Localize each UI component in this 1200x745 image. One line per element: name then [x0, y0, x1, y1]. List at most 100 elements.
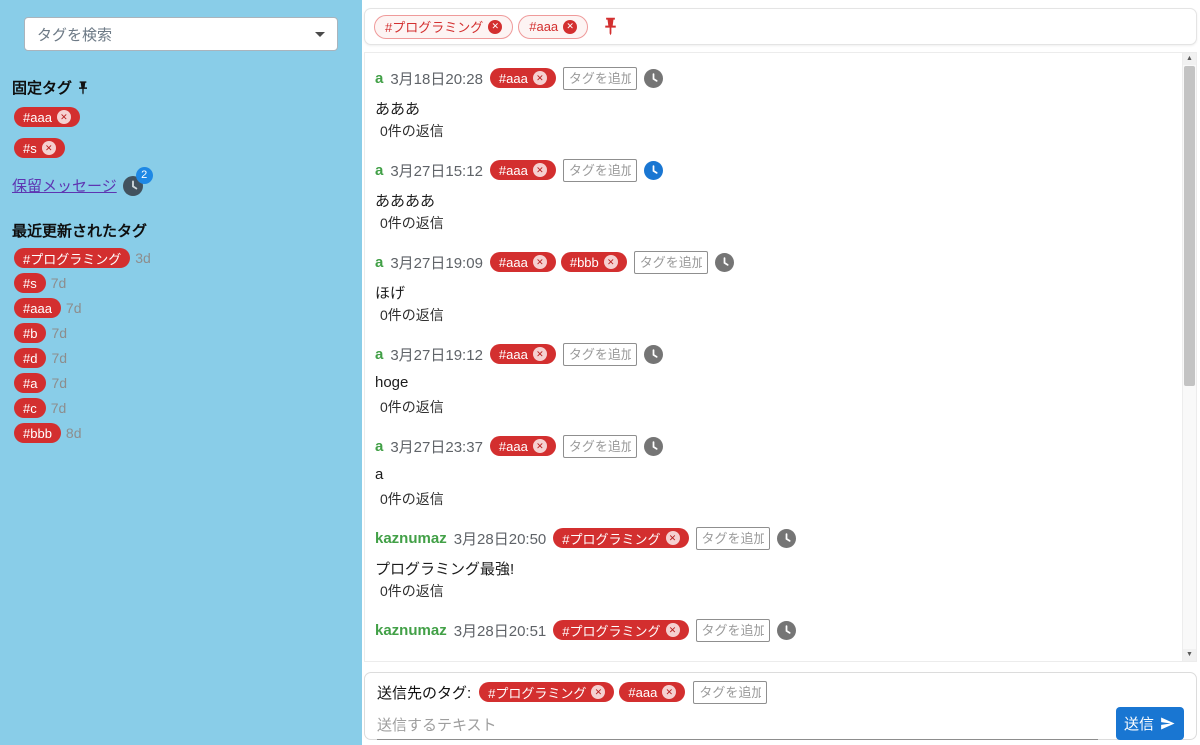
- tag-chip[interactable]: #aaa: [14, 298, 61, 318]
- remove-tag-icon[interactable]: ✕: [563, 20, 577, 34]
- message-text-input[interactable]: [377, 712, 1098, 740]
- remove-tag-icon[interactable]: ✕: [666, 623, 680, 637]
- tag-chip[interactable]: #aaa ✕: [14, 107, 80, 127]
- add-tag-input[interactable]: [696, 619, 770, 642]
- tag-chip-label: #b: [23, 326, 37, 341]
- hold-message-clock-button[interactable]: [777, 529, 796, 548]
- pinned-tags-list: #aaa ✕ #s ✕: [14, 107, 362, 158]
- tag-chip[interactable]: #b: [14, 323, 46, 343]
- remove-tag-icon[interactable]: ✕: [662, 685, 676, 699]
- reply-count-link[interactable]: 0件の返信: [375, 213, 1170, 233]
- tag-chip[interactable]: #c: [14, 398, 46, 418]
- hold-message-clock-button[interactable]: [644, 69, 663, 88]
- message-body: [375, 650, 1170, 662]
- add-tag-input[interactable]: [563, 67, 637, 90]
- tag-chip[interactable]: #s: [14, 273, 46, 293]
- reply-count-link[interactable]: 0件の返信: [375, 489, 1170, 509]
- tag-chip-label: #bbb: [23, 426, 52, 441]
- tag-chip[interactable]: #aaa ✕: [490, 344, 556, 364]
- hold-message-clock-button[interactable]: [715, 253, 734, 272]
- add-tag-input[interactable]: [563, 343, 637, 366]
- pinned-tag-row: #s ✕: [14, 138, 362, 158]
- send-button[interactable]: 送信: [1116, 707, 1184, 740]
- reply-count-link[interactable]: 0件の返信: [375, 121, 1170, 141]
- tag-chip[interactable]: #d: [14, 348, 46, 368]
- scroll-up-arrow[interactable]: ▲: [1183, 53, 1196, 65]
- remove-tag-icon[interactable]: ✕: [42, 141, 56, 155]
- tag-chip[interactable]: #bbb: [14, 423, 61, 443]
- filter-tags: #プログラミング ✕ #aaa ✕: [374, 15, 588, 39]
- hold-message-clock-button[interactable]: [644, 437, 663, 456]
- tag-chip[interactable]: #bbb ✕: [561, 252, 627, 272]
- recent-tag-row: #b 7d: [14, 324, 362, 342]
- composer-tag-row: 送信先のタグ: #プログラミング ✕ #aaa ✕: [377, 679, 1184, 705]
- tag-chip[interactable]: #aaa ✕: [490, 68, 556, 88]
- recent-tags-list: #プログラミング 3d #s 7d #aaa 7d #b 7d #d 7d #a…: [14, 249, 362, 442]
- tag-chip[interactable]: #プログラミング ✕: [374, 15, 513, 39]
- scrollbar[interactable]: ▲ ▼: [1182, 53, 1196, 661]
- tag-chip[interactable]: #プログラミング ✕: [479, 682, 614, 702]
- tag-chip[interactable]: #s ✕: [14, 138, 65, 158]
- reply-count-link[interactable]: 0件の返信: [375, 397, 1170, 417]
- add-tag-input[interactable]: [693, 681, 767, 704]
- tag-search-placeholder: タグを検索: [37, 24, 315, 45]
- hold-message-clock-button[interactable]: [644, 345, 663, 364]
- tag-chip-label: #プログラミング: [488, 683, 586, 702]
- tag-chip[interactable]: #プログラミング ✕: [553, 620, 688, 640]
- tag-age-label: 3d: [135, 250, 151, 266]
- hold-message-clock-button[interactable]: [777, 621, 796, 640]
- held-messages-link[interactable]: 保留メッセージ: [12, 175, 117, 196]
- message-username: a: [375, 162, 383, 179]
- recent-tags-title: 最近更新されたタグ: [12, 220, 362, 241]
- remove-tag-icon[interactable]: ✕: [666, 531, 680, 545]
- message-tags: #aaa ✕: [490, 68, 556, 88]
- tag-chip[interactable]: #aaa ✕: [619, 682, 685, 702]
- tag-chip-label: #aaa: [499, 255, 528, 270]
- clock-icon: [644, 161, 663, 180]
- hold-message-clock-button[interactable]: [644, 161, 663, 180]
- message-timestamp: 3月27日19:09: [390, 252, 483, 273]
- remove-tag-icon[interactable]: ✕: [604, 255, 618, 269]
- remove-tag-icon[interactable]: ✕: [533, 71, 547, 85]
- remove-tag-icon[interactable]: ✕: [533, 347, 547, 361]
- message: a 3月27日15:12 #aaa ✕ ああああ 0件の返信: [375, 158, 1170, 233]
- reply-count-link[interactable]: 0件の返信: [375, 581, 1170, 601]
- recent-tag-row: #プログラミング 3d: [14, 249, 362, 267]
- tag-chip-label: #bbb: [570, 255, 599, 270]
- tag-search-select[interactable]: タグを検索: [24, 17, 338, 51]
- pinned-tags-title: 固定タグ: [12, 77, 362, 98]
- tag-chip-label: #c: [23, 401, 37, 416]
- add-tag-input[interactable]: [563, 435, 637, 458]
- tag-chip[interactable]: #a: [14, 373, 46, 393]
- pinned-tag-row: #aaa ✕: [14, 107, 362, 127]
- tag-chip[interactable]: #プログラミング: [14, 248, 130, 268]
- message-timestamp: 3月27日23:37: [390, 436, 483, 457]
- remove-tag-icon[interactable]: ✕: [533, 439, 547, 453]
- remove-tag-icon[interactable]: ✕: [533, 255, 547, 269]
- remove-tag-icon[interactable]: ✕: [57, 110, 71, 124]
- tag-chip[interactable]: #aaa ✕: [490, 160, 556, 180]
- reply-count-link[interactable]: 0件の返信: [375, 305, 1170, 325]
- send-icon: [1159, 715, 1176, 732]
- tag-chip-label: #aaa: [499, 439, 528, 454]
- scroll-down-arrow[interactable]: ▼: [1183, 649, 1196, 661]
- tag-chip[interactable]: #aaa ✕: [490, 436, 556, 456]
- tag-chip[interactable]: #aaa ✕: [518, 15, 588, 39]
- clock-icon: [644, 69, 663, 88]
- tag-age-label: 7d: [66, 300, 82, 316]
- add-tag-input[interactable]: [563, 159, 637, 182]
- tag-chip[interactable]: #aaa ✕: [490, 252, 556, 272]
- remove-tag-icon[interactable]: ✕: [533, 163, 547, 177]
- add-tag-input[interactable]: [634, 251, 708, 274]
- destination-tags-label: 送信先のタグ:: [377, 682, 471, 703]
- scrollbar-thumb[interactable]: [1184, 66, 1195, 386]
- remove-tag-icon[interactable]: ✕: [488, 20, 502, 34]
- remove-tag-icon[interactable]: ✕: [591, 685, 605, 699]
- tag-chip[interactable]: #プログラミング ✕: [553, 528, 688, 548]
- add-tag-input[interactable]: [696, 527, 770, 550]
- message: a 3月27日19:09 #aaa ✕ #bbb ✕ ほげ 0件の返信: [375, 250, 1170, 325]
- pin-filter-button[interactable]: [600, 16, 621, 37]
- tag-chip-label: #aaa: [628, 685, 657, 700]
- message-username: a: [375, 438, 383, 455]
- tag-chip-label: #プログラミング: [23, 249, 121, 268]
